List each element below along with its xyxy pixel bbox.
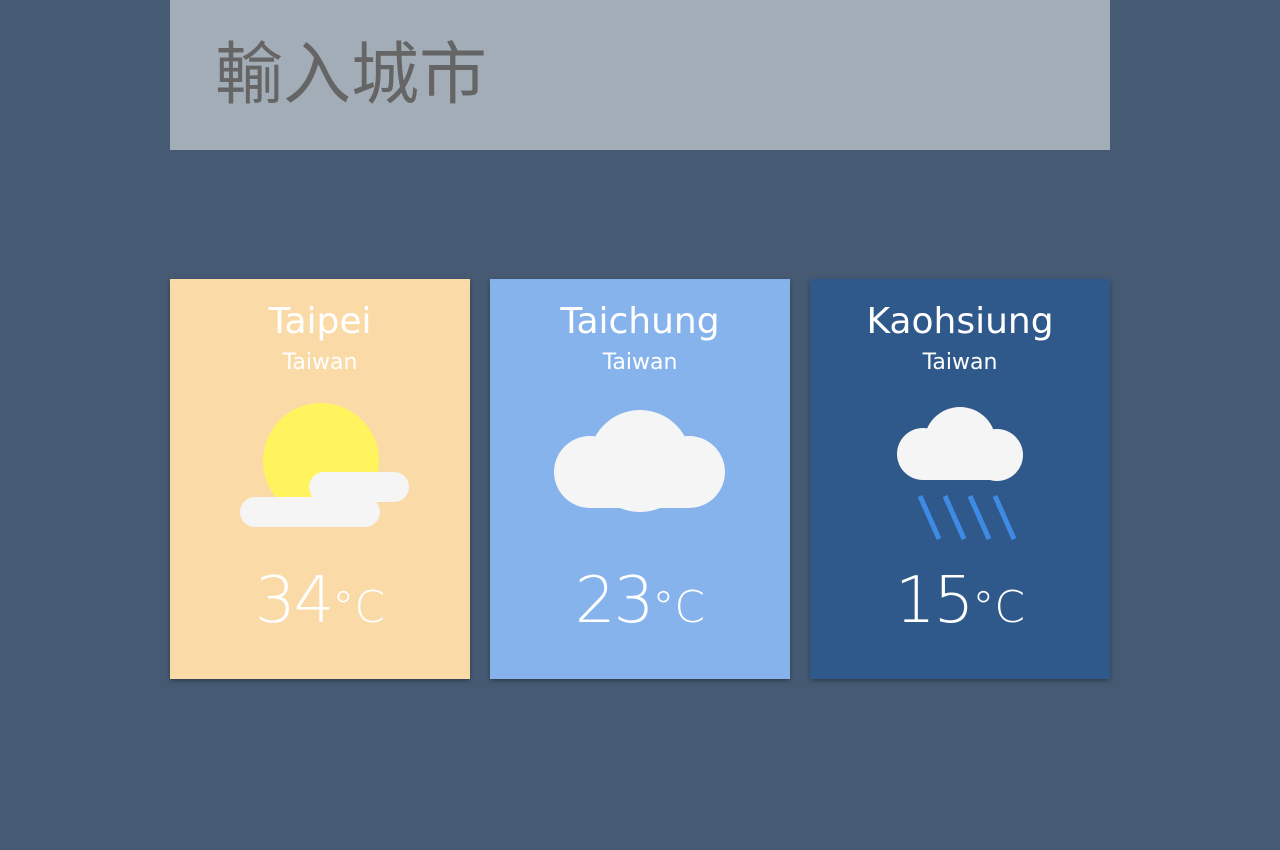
weather-card-kaohsiung[interactable]: Kaohsiung Taiwan 15°C [810, 279, 1110, 679]
city-search-input[interactable] [170, 0, 1110, 150]
temperature-unit: °C [652, 582, 706, 633]
temperature-unit: °C [972, 582, 1026, 633]
cloud-shape-front [240, 497, 380, 527]
temperature-unit: °C [332, 582, 386, 633]
weather-card-taipei[interactable]: Taipei Taiwan 34°C [170, 279, 470, 679]
cloud-shape [897, 407, 1023, 481]
sun-behind-cloud-icon [240, 403, 409, 527]
city-name: Taichung [560, 301, 720, 342]
search-bar [170, 0, 1110, 150]
temperature: 15°C [810, 561, 1110, 641]
country-name: Taiwan [922, 350, 998, 375]
weather-card-taichung[interactable]: Taichung Taiwan 23°C [490, 279, 790, 679]
temperature: 23°C [490, 561, 790, 641]
city-name: Taipei [268, 301, 372, 342]
temperature-value: 23 [574, 564, 654, 638]
cloud-icon [554, 410, 725, 512]
temperature-value: 15 [894, 564, 974, 638]
rain-cloud-icon [897, 407, 1023, 541]
city-name: Kaohsiung [866, 301, 1054, 342]
country-name: Taiwan [282, 350, 358, 375]
cloud-shape [554, 410, 725, 512]
temperature-value: 34 [254, 564, 334, 638]
temperature: 34°C [170, 561, 470, 641]
rain-shape [917, 494, 1017, 541]
country-name: Taiwan [602, 350, 678, 375]
weather-cards: Taipei Taiwan 34°C Taichung Taiwan 23°C [170, 279, 1110, 679]
